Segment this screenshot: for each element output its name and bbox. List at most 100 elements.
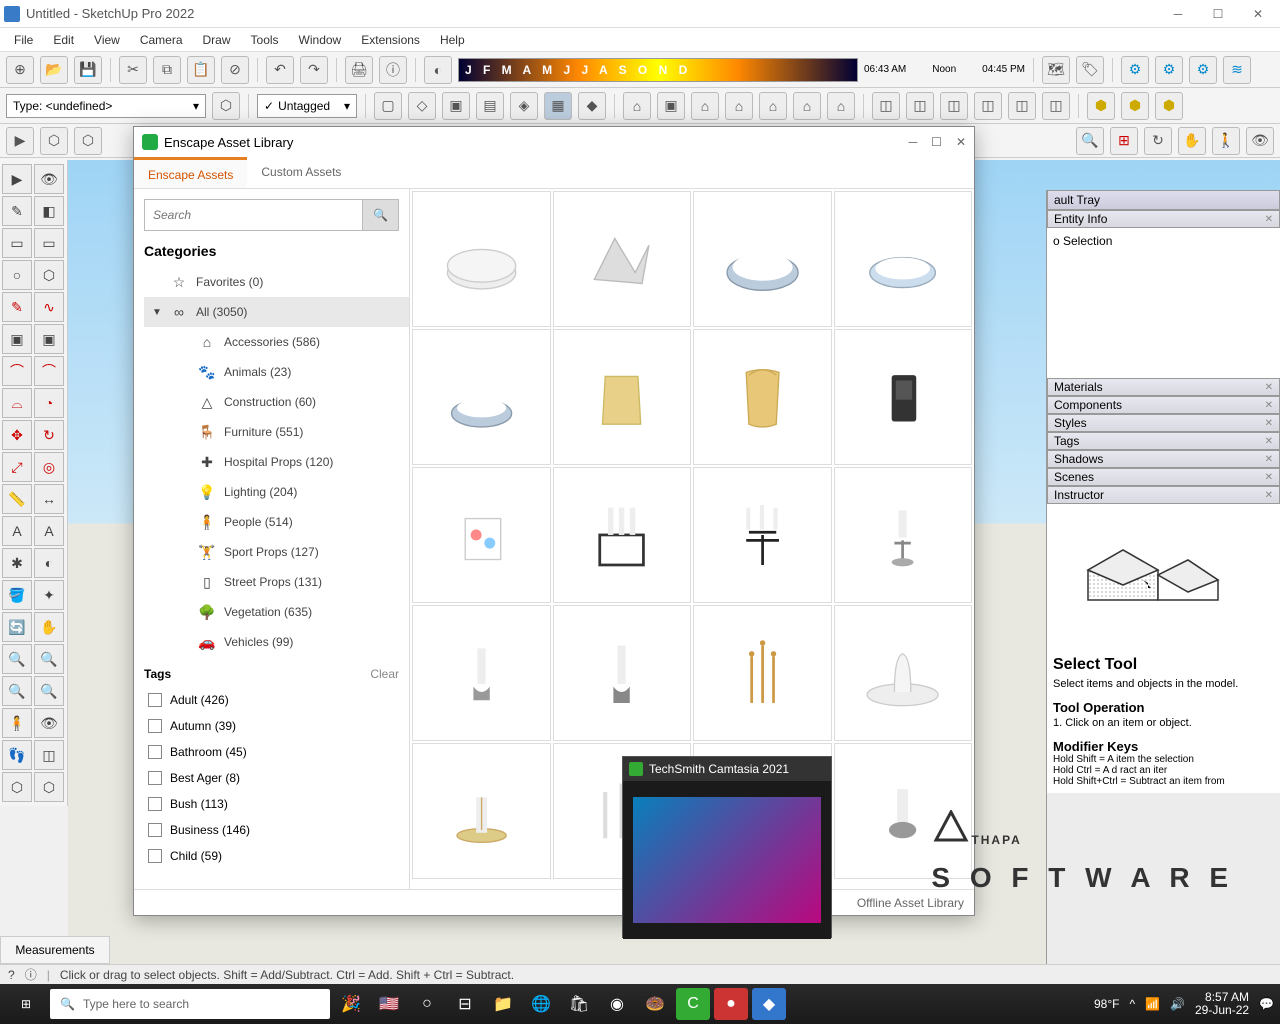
lt-arc[interactable]: ⌒ (2, 356, 32, 386)
tag-button[interactable]: 🏷 (1076, 56, 1104, 84)
view2-button[interactable]: ▣ (657, 92, 685, 120)
enscape-titlebar[interactable]: Enscape Asset Library ─ ☐ ✕ (134, 127, 974, 157)
checkbox[interactable] (148, 771, 162, 785)
ti-edge[interactable]: 🌐 (524, 988, 558, 1020)
ti-taskview[interactable]: ⊟ (448, 988, 482, 1020)
ext3-button[interactable]: ⚙ (1189, 56, 1217, 84)
asset-6[interactable] (693, 329, 832, 465)
tab-custom-assets[interactable]: Custom Assets (247, 157, 355, 188)
checkbox[interactable] (148, 745, 162, 759)
view4-button[interactable]: ⌂ (725, 92, 753, 120)
cat-5[interactable]: 💡Lighting (204) (172, 477, 409, 507)
shadow-button[interactable]: ◐ (424, 56, 452, 84)
checkbox[interactable] (148, 719, 162, 733)
asset-9[interactable] (553, 467, 692, 603)
t3-ext[interactable]: ⊞ (1110, 127, 1138, 155)
ti-cortana[interactable]: ○ (410, 988, 444, 1020)
info-icon[interactable]: ⓘ (25, 966, 37, 983)
lt-sample[interactable]: ✦ (34, 580, 64, 610)
ti-sketchup[interactable]: ◆ (752, 988, 786, 1020)
paste-button[interactable]: 📋 (187, 56, 215, 84)
ti-2[interactable]: 🇺🇸 (372, 988, 406, 1020)
asset-11[interactable] (834, 467, 973, 603)
tag-5[interactable]: Business (146) (144, 817, 409, 843)
lt-push[interactable]: ▣ (2, 324, 32, 354)
cat-10[interactable]: 🚗Vehicles (99) (172, 627, 409, 657)
sys-net[interactable]: 📶 (1145, 997, 1160, 1011)
t3-pan[interactable]: ✋ (1178, 127, 1206, 155)
print-button[interactable]: 🖨 (345, 56, 373, 84)
view3-button[interactable]: ⌂ (691, 92, 719, 120)
menu-draw[interactable]: Draw (195, 31, 239, 49)
tag-2[interactable]: Bathroom (45) (144, 739, 409, 765)
sys-notif[interactable]: 💬 (1259, 997, 1274, 1011)
asset-8[interactable] (412, 467, 551, 603)
tags-panel[interactable]: Tags✕ (1047, 432, 1280, 450)
lt-offset[interactable]: ◎ (34, 452, 64, 482)
entity-info-panel[interactable]: Entity Info✕ (1047, 210, 1280, 228)
menu-help[interactable]: Help (432, 31, 473, 49)
ti-store[interactable]: 🛍 (562, 988, 596, 1020)
lt-scale[interactable]: ⤢ (2, 452, 32, 482)
lt-more1[interactable]: ⬡ (2, 772, 32, 802)
materials-panel[interactable]: Materials✕ (1047, 378, 1280, 396)
tag-0[interactable]: Adult (426) (144, 687, 409, 713)
ti-camtasia[interactable]: C (676, 988, 710, 1020)
lt-paint[interactable]: 🪣 (2, 580, 32, 610)
asset-12[interactable] (412, 605, 551, 741)
lt-dim[interactable]: ↔ (34, 484, 64, 514)
new-button[interactable]: ⊕ (6, 56, 34, 84)
t3-zoom[interactable]: 🔍 (1076, 127, 1104, 155)
cat-9[interactable]: 🌳Vegetation (635) (172, 597, 409, 627)
search-button[interactable]: 🔍 (363, 199, 399, 231)
taskbar-search[interactable]: 🔍 Type here to search (50, 989, 330, 1019)
solid1-button[interactable]: ▢ (374, 92, 402, 120)
tag-select[interactable]: ✓ Untagged ▾ (257, 94, 357, 118)
cat-all[interactable]: ▼∞ All (3050) (144, 297, 409, 327)
temp[interactable]: 98°F (1094, 997, 1119, 1011)
lt-eraser[interactable]: ◧ (34, 196, 64, 226)
ext1-button[interactable]: ⚙ (1121, 56, 1149, 84)
start-button[interactable]: ⊞ (6, 988, 46, 1020)
lt-look2[interactable]: 👁 (34, 708, 64, 738)
lt-zoomw[interactable]: 🔍 (34, 644, 64, 674)
asset-3[interactable] (834, 191, 973, 327)
asset-1[interactable] (553, 191, 692, 327)
lt-text[interactable]: A (2, 516, 32, 546)
t3-orbit[interactable]: ↻ (1144, 127, 1172, 155)
select-tool[interactable]: ▶ (6, 127, 34, 155)
asset-19[interactable] (834, 743, 973, 879)
search-input[interactable] (144, 199, 363, 231)
maximize-button[interactable]: ☐ (1200, 2, 1236, 26)
comp3-button[interactable]: ◫ (940, 92, 968, 120)
asset-0[interactable] (412, 191, 551, 327)
asset-13[interactable] (553, 605, 692, 741)
lt-3dtext[interactable]: A (34, 516, 64, 546)
solid5-button[interactable]: ◈ (510, 92, 538, 120)
lt-orbit2[interactable]: 🔄 (2, 612, 32, 642)
lt-move[interactable]: ✥ (2, 420, 32, 450)
checkbox[interactable] (148, 849, 162, 863)
asset-16[interactable] (412, 743, 551, 879)
lt-orbit[interactable]: 👁 (34, 164, 64, 194)
solid4-button[interactable]: ▤ (476, 92, 504, 120)
lt-rot[interactable]: ▭ (34, 228, 64, 258)
cat-8[interactable]: ▯Street Props (131) (172, 567, 409, 597)
geo-button[interactable]: 🗺 (1042, 56, 1070, 84)
view1-button[interactable]: ⌂ (623, 92, 651, 120)
ti-app1[interactable]: 🍩 (638, 988, 672, 1020)
lt-pie[interactable]: ◔ (34, 388, 64, 418)
menu-extensions[interactable]: Extensions (353, 31, 428, 49)
t3-b2[interactable]: ⬡ (74, 127, 102, 155)
cat-6[interactable]: 🧍People (514) (172, 507, 409, 537)
menu-window[interactable]: Window (291, 31, 350, 49)
tag-6[interactable]: Child (59) (144, 843, 409, 869)
shape1-button[interactable]: ⬢ (1087, 92, 1115, 120)
enscape-max[interactable]: ☐ (931, 135, 942, 149)
menu-edit[interactable]: Edit (45, 31, 82, 49)
lt-follow[interactable]: ▣ (34, 324, 64, 354)
comp6-button[interactable]: ◫ (1042, 92, 1070, 120)
minimize-button[interactable]: ─ (1160, 2, 1196, 26)
clear-tags[interactable]: Clear (370, 667, 399, 681)
save-button[interactable]: 💾 (74, 56, 102, 84)
